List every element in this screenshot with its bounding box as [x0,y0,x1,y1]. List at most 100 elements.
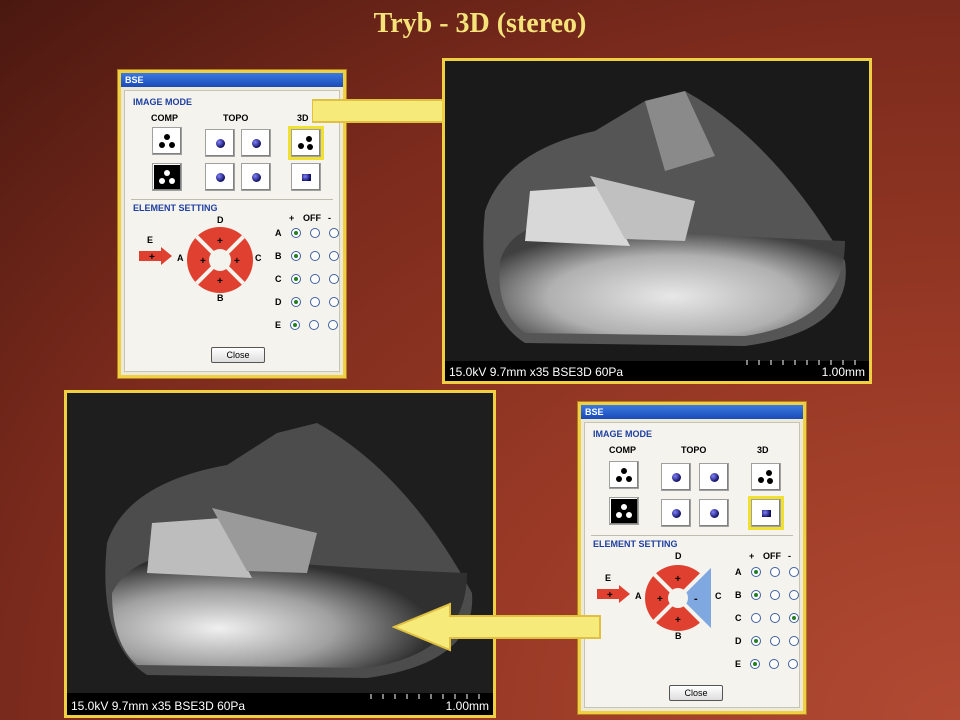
topo-button-3[interactable] [661,499,691,527]
radio-row-c: C [275,274,339,284]
comp-inverted-button[interactable] [152,163,182,191]
3d-label: 3D [297,113,309,123]
radio-minus-header: - [328,213,331,223]
3d-label: 3D [757,445,769,455]
dialog-titlebar[interactable]: BSE [581,405,803,419]
radio-a-plus[interactable] [290,228,301,238]
pad-c-plus: + [234,256,240,267]
3d-button-bottom[interactable] [291,163,321,191]
3d-button-top[interactable] [751,463,781,491]
sem-scale: 1.00mm [445,699,489,713]
pad-b-plus: + [217,276,223,287]
label-d: D [675,551,682,561]
radio-off-header: OFF [303,213,321,223]
image-mode-heading: IMAGE MODE [593,429,653,439]
comp-button[interactable] [609,461,639,489]
radio-e-plus[interactable] [750,659,761,669]
label-c: C [715,591,722,601]
comp-inverted-button[interactable] [609,497,639,525]
radio-d-minus[interactable] [328,297,339,307]
topo-dot-icon [251,172,261,182]
topo-dot-icon [215,138,225,148]
pad-c-minus: - [694,593,698,605]
e-arrow-plus: + [149,252,155,263]
row-label: C [275,274,282,284]
radio-b-minus[interactable] [788,590,799,600]
radio-c-plus[interactable] [750,613,761,623]
row-label: D [735,636,742,646]
radio-b-plus[interactable] [750,590,761,600]
row-label: D [275,297,282,307]
row-label: A [735,567,742,577]
radio-a-plus[interactable] [750,567,761,577]
topo-button-2[interactable] [699,463,729,491]
close-button[interactable]: Close [211,347,265,363]
radio-d-minus[interactable] [788,636,799,646]
radio-c-off[interactable] [769,613,780,623]
topo-button-4[interactable] [241,163,271,191]
slide-title: Tryb - 3D (stereo) [373,8,587,39]
sem-caption: 15.0kV 9.7mm x35 BSE3D 60Pa [449,365,624,379]
radio-e-off[interactable] [309,320,320,330]
element-setting-heading: ELEMENT SETTING [593,539,678,549]
radio-b-off[interactable] [769,590,780,600]
3d-button-bottom[interactable] [748,496,784,530]
radio-b-off[interactable] [309,251,320,261]
radio-c-off[interactable] [309,274,320,284]
element-pad[interactable]: + + - + [645,565,711,631]
topo-button-2[interactable] [241,129,271,157]
radio-d-off[interactable] [309,297,320,307]
radio-a-off[interactable] [309,228,320,238]
radio-d-plus[interactable] [290,297,301,307]
radio-b-minus[interactable] [328,251,339,261]
radio-e-off[interactable] [769,659,780,669]
label-c: C [255,253,262,263]
topo-button-3[interactable] [205,163,235,191]
element-setting-heading: ELEMENT SETTING [133,203,218,213]
e-arrow-icon[interactable]: + [597,585,631,603]
arrow-left-icon [392,602,601,652]
topo-label: TOPO [681,445,707,455]
radio-plus-header: + [289,213,295,223]
topo-button-4[interactable] [699,499,729,527]
comp-button[interactable] [152,127,182,155]
e-arrow-icon[interactable]: + [139,247,173,265]
topo-button-1[interactable] [661,463,691,491]
topo-dot-icon [215,172,225,182]
radio-e-minus[interactable] [788,659,799,669]
radio-d-plus[interactable] [750,636,761,646]
row-label: B [275,251,282,261]
element-pad[interactable]: + + + + [187,227,253,293]
radio-off-header: OFF [763,551,781,561]
radio-e-plus[interactable] [290,320,301,330]
label-e: E [147,235,154,245]
pad-d-plus: + [675,574,681,585]
label-d: D [217,215,224,225]
dialog-titlebar[interactable]: BSE [121,73,343,87]
sem-caption: 15.0kV 9.7mm x35 BSE3D 60Pa [71,699,246,713]
radio-a-minus[interactable] [788,567,799,577]
radio-a-off[interactable] [769,567,780,577]
radio-d-off[interactable] [769,636,780,646]
radio-a-minus[interactable] [328,228,339,238]
divider [131,199,333,200]
radio-c-minus[interactable] [328,274,339,284]
radio-e-minus[interactable] [328,320,339,330]
topo-dot-icon [709,508,719,518]
topo-button-1[interactable] [205,129,235,157]
radio-b-plus[interactable] [290,251,301,261]
radio-c-minus[interactable] [788,613,799,623]
row-label: C [735,613,742,623]
radio-row-d: D [275,297,339,307]
sem-image-bottom: 15.0kV 9.7mm x35 BSE3D 60Pa 1.00mm [64,390,496,718]
sem-image-top: 15.0kV 9.7mm x35 BSE3D 60Pa 1.00mm [442,58,872,384]
e-arrow-plus: + [607,590,613,601]
3d-square-icon [301,173,311,181]
topo-dot-icon [671,508,681,518]
pad-d-plus: + [217,236,223,247]
comp-dots-icon [616,468,632,482]
close-button[interactable]: Close [669,685,723,701]
radio-row-c: C [735,613,799,623]
radio-c-plus[interactable] [290,274,301,284]
radio-row-d: D [735,636,799,646]
